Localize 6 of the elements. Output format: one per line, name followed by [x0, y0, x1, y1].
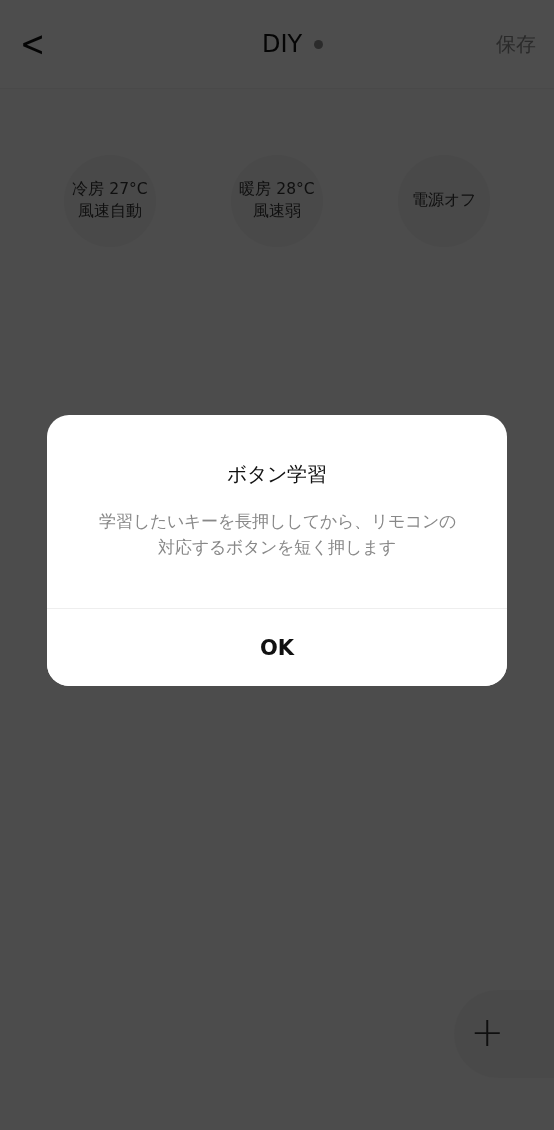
dialog-message: 学習したいキーを長押ししてから、リモコンの対応するボタンを短く押します: [97, 510, 457, 559]
ok-button[interactable]: OK: [47, 608, 507, 686]
back-button[interactable]: <: [16, 21, 50, 67]
page-title: DIY: [261, 30, 303, 58]
status-dot-icon: [314, 39, 324, 49]
dialog-title: ボタン学習: [226, 461, 328, 488]
